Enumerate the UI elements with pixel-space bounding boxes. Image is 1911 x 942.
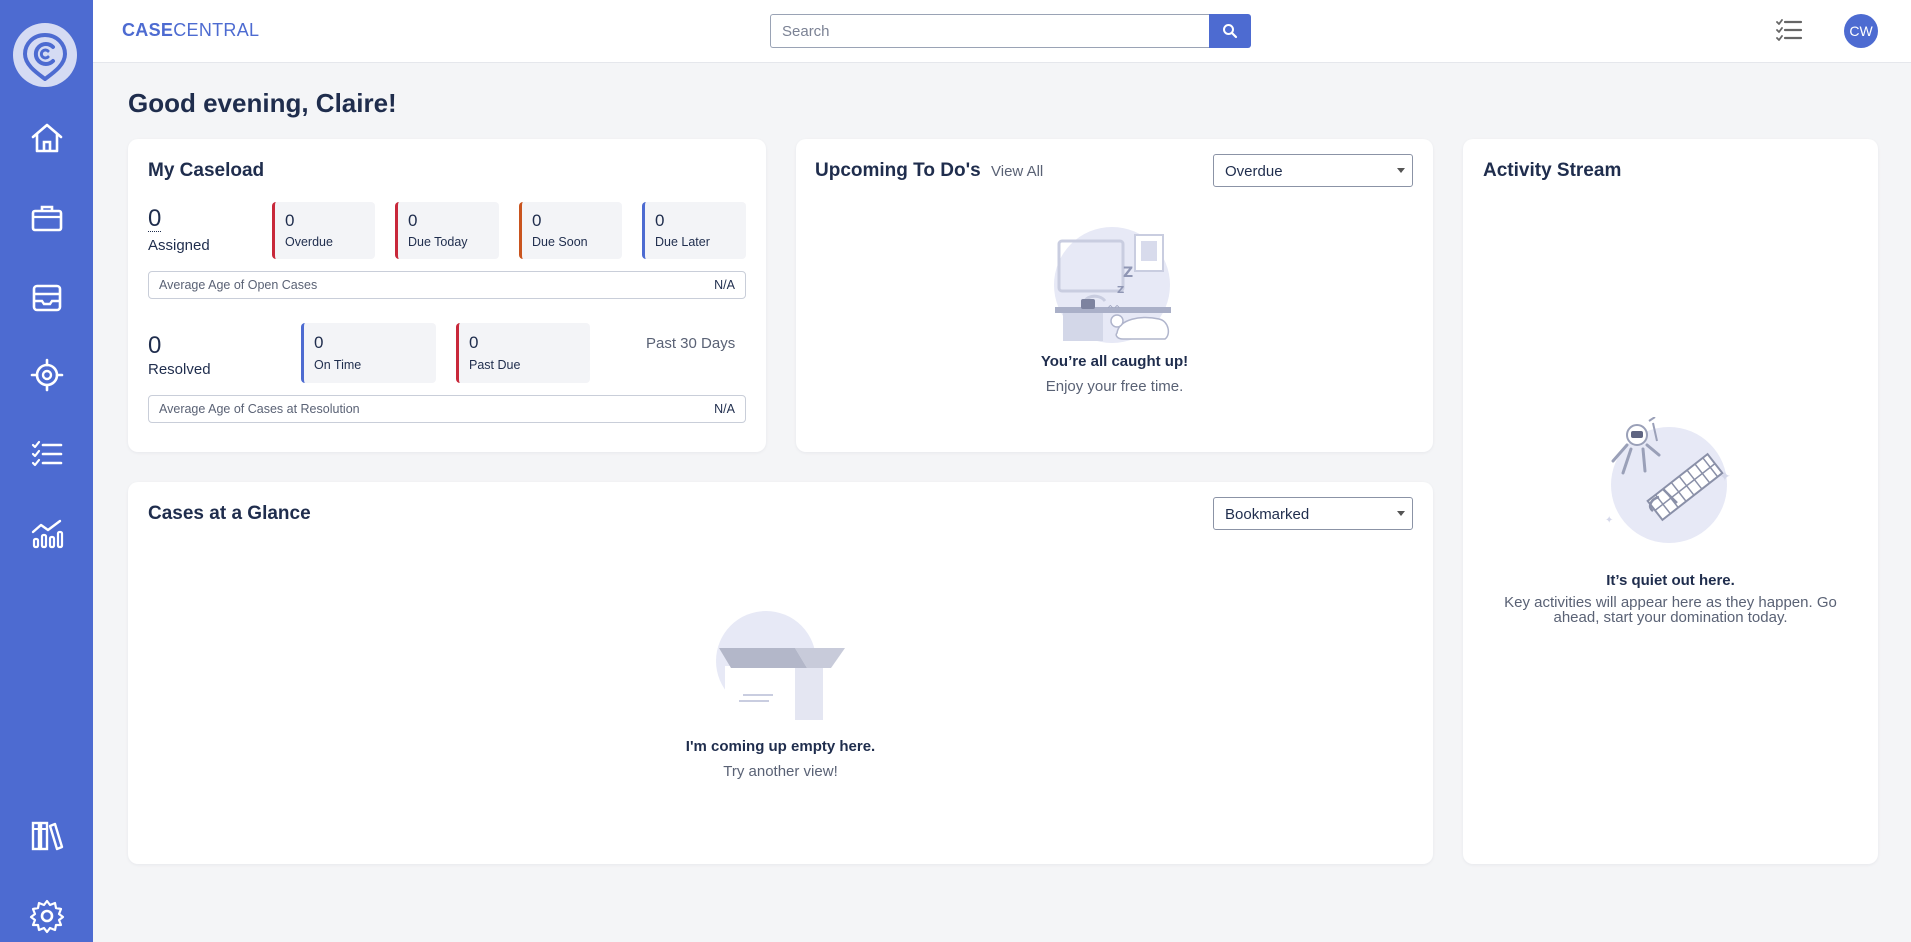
- brand-wordmark[interactable]: CASECENTRAL: [122, 20, 259, 41]
- top-header: CASECENTRAL CW: [93, 0, 1911, 63]
- nav-home[interactable]: [0, 110, 93, 166]
- cases-at-a-glance-card: Cases at a Glance Bookmarked I'm coming …: [128, 482, 1433, 864]
- overdue-stat[interactable]: 0 Overdue: [272, 202, 375, 259]
- caseload-title: My Caseload: [148, 160, 265, 181]
- briefcase-icon: [31, 205, 62, 232]
- overdue-count: 0: [285, 211, 295, 230]
- nav-analytics[interactable]: [0, 506, 93, 562]
- nav-tasks[interactable]: [0, 426, 93, 482]
- due-later-count: 0: [655, 211, 665, 230]
- chevron-down-icon: [1397, 511, 1405, 516]
- nav-target[interactable]: [0, 347, 93, 403]
- tasks-checklist-icon[interactable]: [1773, 14, 1805, 46]
- page-greeting: Good evening, Claire!: [128, 88, 397, 118]
- due-later-stat[interactable]: 0 Due Later: [642, 202, 746, 259]
- period-label: Past 30 Days: [646, 335, 736, 352]
- on-time-stat[interactable]: 0 On Time: [301, 323, 436, 383]
- avg-age-resolution-value: N/A: [714, 402, 735, 416]
- due-today-stat[interactable]: 0 Due Today: [395, 202, 499, 259]
- my-caseload-card: My Caseload 0 Assigned 0 Overdue 0 Due T…: [128, 139, 766, 452]
- nav-inbox[interactable]: [0, 270, 93, 326]
- nav-cases[interactable]: [0, 190, 93, 246]
- activity-stream-card: Activity Stream ✦ ✦ It’s quiet out here.…: [1463, 139, 1878, 864]
- due-soon-label: Due Soon: [532, 235, 588, 249]
- search-input[interactable]: [770, 14, 1210, 48]
- on-time-count: 0: [314, 333, 324, 352]
- search-icon: [1223, 24, 1238, 39]
- avg-age-open-cases: Average Age of Open Cases N/A: [148, 271, 746, 299]
- nav-library[interactable]: [0, 808, 93, 864]
- activity-empty-subtitle: Key activities will appear here as they …: [1504, 594, 1837, 626]
- sidebar: [0, 0, 93, 942]
- glance-empty-title: I'm coming up empty here.: [685, 738, 876, 755]
- overdue-label: Overdue: [285, 235, 333, 249]
- svg-text:Z: Z: [1117, 285, 1124, 296]
- due-today-label: Due Today: [408, 235, 468, 249]
- resolved-label: Resolved: [148, 361, 211, 378]
- todos-filter-select[interactable]: Overdue: [1213, 154, 1413, 187]
- todos-title: Upcoming To Do's: [815, 160, 981, 181]
- past-due-stat[interactable]: 0 Past Due: [456, 323, 590, 383]
- assigned-count[interactable]: 0: [148, 207, 162, 232]
- todos-empty-subtitle: Enjoy your free time.: [1045, 378, 1184, 395]
- activity-title: Activity Stream: [1483, 160, 1622, 181]
- settings-icon: [29, 899, 64, 934]
- todos-empty-title: You’re all caught up!: [1040, 353, 1189, 370]
- due-today-count: 0: [408, 211, 418, 230]
- glance-title: Cases at a Glance: [148, 503, 311, 524]
- due-later-label: Due Later: [655, 235, 710, 249]
- upcoming-todos-card: Upcoming To Do's View All Overdue Z Z ^^…: [796, 139, 1433, 452]
- avg-age-open-value: N/A: [714, 278, 735, 292]
- glance-empty-subtitle: Try another view!: [723, 763, 838, 780]
- logo-mark-icon: [22, 32, 68, 81]
- avg-age-resolution: Average Age of Cases at Resolution N/A: [148, 395, 746, 423]
- svg-text:Z: Z: [1123, 265, 1133, 281]
- svg-text:^^: ^^: [1107, 304, 1120, 313]
- app-logo[interactable]: [13, 23, 77, 87]
- past-due-label: Past Due: [469, 358, 521, 372]
- nav-settings[interactable]: [0, 888, 93, 942]
- home-icon: [31, 123, 62, 153]
- chevron-down-icon: [1397, 168, 1405, 173]
- user-avatar[interactable]: CW: [1844, 14, 1878, 48]
- view-all-link[interactable]: View All: [991, 163, 1043, 180]
- checklist-icon: [31, 440, 62, 467]
- activity-empty-title: It’s quiet out here.: [1606, 572, 1735, 589]
- on-time-label: On Time: [314, 358, 362, 372]
- empty-box-illustration: [716, 611, 845, 720]
- astronaut-satellite-illustration: ✦ ✦: [1605, 417, 1731, 543]
- sleeping-cat-illustration: Z Z ^^: [1054, 227, 1171, 343]
- target-icon: [30, 358, 63, 392]
- library-icon: [31, 821, 63, 851]
- inbox-icon: [32, 284, 61, 312]
- due-soon-count: 0: [532, 211, 542, 230]
- assigned-label: Assigned: [148, 237, 210, 254]
- past-due-count: 0: [469, 333, 479, 352]
- search-button[interactable]: [1209, 14, 1251, 48]
- analytics-icon: [31, 519, 63, 549]
- due-soon-stat[interactable]: 0 Due Soon: [519, 202, 622, 259]
- glance-filter-select[interactable]: Bookmarked: [1213, 497, 1413, 530]
- svg-text:✦: ✦: [1605, 515, 1613, 526]
- resolved-count[interactable]: 0: [148, 332, 161, 360]
